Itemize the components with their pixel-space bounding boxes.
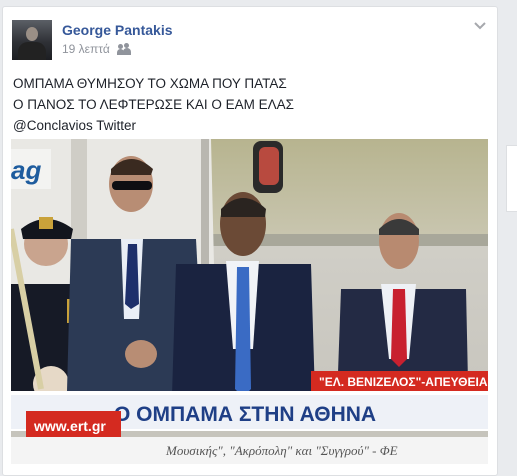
plane-logo: ag	[11, 155, 41, 185]
adjacent-card-edge	[506, 145, 517, 212]
chevron-down-icon[interactable]	[473, 19, 487, 33]
caption-strip: "ΕΛ. ΒΕΝΙΖΕΛΟΣ"-ΑΠΕΥΘΕΙΑΣ. Κ. Λ	[319, 375, 488, 389]
avatar[interactable]	[12, 20, 52, 60]
friends-icon[interactable]	[116, 43, 131, 55]
post-card: George Pantakis 19 λεπτά ΟΜΠΑΜΑ ΘΥΜΗΣΟΥ …	[2, 6, 498, 476]
post-line: ΟΜΠΑΜΑ ΘΥΜΗΣΟΥ ΤΟ ΧΩΜΑ ΠΟΥ ΠΑΤΑΣ	[13, 76, 287, 91]
headline: Ο ΟΜΠΑΜΑ ΣΤΗΝ ΑΘΗΝΑ	[114, 403, 376, 426]
post-line: Ο ΠΑΝΟΣ ΤΟ ΛΕΦΤΕΡΩΣΕ ΚΑΙ Ο ΕΑΜ ΕΛΑΣ	[13, 97, 294, 112]
channel-logo: www.ert.gr	[33, 418, 106, 434]
post-text: ΟΜΠΑΜΑ ΘΥΜΗΣΟΥ ΤΟ ΧΩΜΑ ΠΟΥ ΠΑΤΑΣ Ο ΠΑΝΟΣ…	[13, 73, 294, 136]
timestamp[interactable]: 19 λεπτά	[62, 42, 110, 56]
post-line[interactable]: @Conclavios Twitter	[13, 115, 294, 136]
author-name[interactable]: George Pantakis	[62, 22, 173, 38]
post-photo[interactable]: ag "ΕΛ. ΒΕΝΙΖΕΛΟΣ"-ΑΠΕΥΘΕΙΑΣ. Ο ΟΜΠΑΜΑ Σ…	[11, 139, 488, 464]
post-meta: 19 λεπτά	[62, 42, 131, 56]
ticker: Μουσικής", "Ακρόπολη" και "Συγγρού" - ΦΕ	[165, 443, 398, 458]
